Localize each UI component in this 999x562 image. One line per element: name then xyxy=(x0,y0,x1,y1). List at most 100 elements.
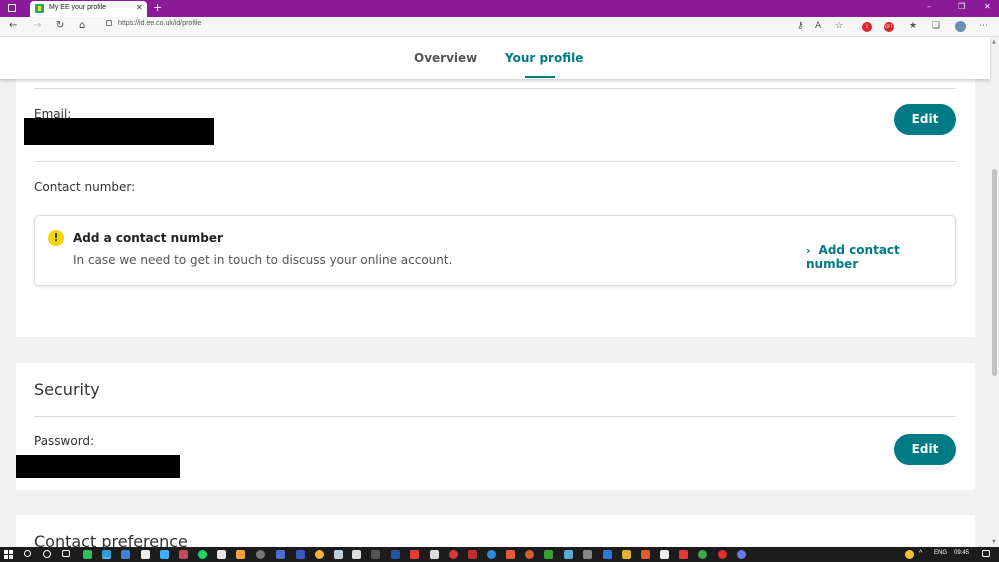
email-redacted-value xyxy=(24,118,214,145)
app-icon-21[interactable] xyxy=(506,550,515,559)
app-icon-11[interactable] xyxy=(315,550,324,559)
scroll-up-icon[interactable]: ▲ xyxy=(992,39,996,45)
read-aloud-icon[interactable]: A xyxy=(815,21,821,31)
notice-title: Add a contact number xyxy=(73,231,223,245)
active-tab-indicator xyxy=(525,76,555,78)
password-label: Password: xyxy=(34,434,95,448)
app-icon-16[interactable] xyxy=(410,550,419,559)
app-icon-25[interactable] xyxy=(583,550,592,559)
profile-details-card: Email: Edit Contact number: ! Add a cont… xyxy=(16,79,975,337)
app-icon-26[interactable] xyxy=(603,550,612,559)
app-icon-17[interactable] xyxy=(430,550,439,559)
browser-tab[interactable]: My EE your profile ✕ xyxy=(30,1,147,17)
app-icon-30[interactable] xyxy=(679,550,688,559)
collections-icon[interactable]: ❏ xyxy=(932,21,940,31)
favorites-icon[interactable]: ★ xyxy=(909,21,917,31)
app-icon-22[interactable] xyxy=(525,550,534,559)
restore-icon[interactable]: ❐ xyxy=(958,2,965,11)
password-redacted-value xyxy=(16,455,180,478)
lock-icon xyxy=(106,20,112,26)
window-menu-icon[interactable] xyxy=(8,4,16,12)
app-icon-8[interactable] xyxy=(256,550,265,559)
notice-text: In case we need to get in touch to discu… xyxy=(73,253,453,267)
address-field[interactable]: https://id.ee.co.uk/id/profile xyxy=(106,20,786,34)
app-icon-12[interactable] xyxy=(334,550,343,559)
clock[interactable]: 09:45 xyxy=(954,550,969,556)
app-icon-33[interactable] xyxy=(737,550,746,559)
app-icon-7[interactable] xyxy=(236,550,245,559)
app-icon-10[interactable] xyxy=(296,550,305,559)
app-icon-32[interactable] xyxy=(718,550,727,559)
chevron-right-icon: › xyxy=(806,244,811,257)
favorite-add-icon[interactable]: ☆ xyxy=(835,21,843,31)
app-icon-19[interactable] xyxy=(468,550,477,559)
app-icon-9[interactable] xyxy=(276,550,285,559)
notifications-icon[interactable] xyxy=(982,550,990,557)
security-card: Security Password: Edit xyxy=(16,363,975,490)
tray-chevron-icon[interactable]: ^ xyxy=(919,550,922,557)
new-tab-icon[interactable]: + xyxy=(153,1,162,14)
app-icon-13[interactable] xyxy=(352,550,361,559)
contact-number-label: Contact number: xyxy=(34,180,136,194)
app-icon-29[interactable] xyxy=(660,550,669,559)
refresh-icon[interactable]: ↻ xyxy=(56,20,64,31)
edge-taskbar-icon[interactable] xyxy=(102,550,111,559)
app-icon-2[interactable] xyxy=(121,550,130,559)
app-icon-4[interactable] xyxy=(160,550,169,559)
profile-avatar[interactable] xyxy=(955,21,966,32)
search-icon[interactable] xyxy=(24,550,31,557)
cortana-icon[interactable] xyxy=(43,550,51,558)
url-text: https://id.ee.co.uk/id/profile xyxy=(118,20,202,27)
spotify-icon[interactable] xyxy=(198,550,207,559)
extension-badge-icon[interactable]: 1 xyxy=(862,22,872,32)
security-title: Security xyxy=(34,380,100,399)
task-view-icon[interactable] xyxy=(62,550,70,557)
windows-start-icon[interactable] xyxy=(4,550,13,559)
windows-taskbar: ^ ENG 09:45 xyxy=(0,547,999,562)
app-icon-31[interactable] xyxy=(698,550,707,559)
page-header: Overview Your profile xyxy=(0,37,990,79)
add-contact-number-link[interactable]: › Add contact number xyxy=(806,243,955,271)
warning-icon: ! xyxy=(48,230,64,246)
app-icon-23[interactable] xyxy=(544,550,553,559)
app-icon-20[interactable] xyxy=(487,550,496,559)
contact-preference-card: Contact preference xyxy=(16,515,975,551)
browser-titlebar: My EE your profile ✕ + – ❐ ✕ xyxy=(0,0,999,17)
scroll-thumb[interactable] xyxy=(992,169,997,376)
app-icon-3[interactable] xyxy=(141,550,150,559)
app-icon-15[interactable] xyxy=(391,550,400,559)
tab-your-profile[interactable]: Your profile xyxy=(505,51,583,65)
app-icon-14[interactable] xyxy=(371,550,380,559)
language-indicator[interactable]: ENG xyxy=(934,550,947,556)
key-icon[interactable]: ⚷ xyxy=(797,21,804,31)
divider xyxy=(34,88,956,89)
close-tab-icon[interactable]: ✕ xyxy=(136,3,143,12)
home-icon[interactable]: ⌂ xyxy=(79,20,85,31)
app-icon-27[interactable] xyxy=(622,550,631,559)
more-menu-icon[interactable]: ⋯ xyxy=(979,21,988,31)
divider xyxy=(34,416,956,417)
app-icon-1[interactable] xyxy=(83,550,92,559)
app-icon-5[interactable] xyxy=(179,550,188,559)
scroll-down-icon[interactable]: ▼ xyxy=(992,539,996,545)
app-icon-28[interactable] xyxy=(641,550,650,559)
minimize-icon[interactable]: – xyxy=(927,2,931,11)
tab-title: My EE your profile xyxy=(49,4,107,11)
edit-password-button[interactable]: Edit xyxy=(894,434,956,465)
forward-icon[interactable]: → xyxy=(33,20,41,31)
app-icon-18[interactable] xyxy=(449,550,458,559)
add-contact-notice: ! Add a contact number In case we need t… xyxy=(34,215,956,286)
add-contact-number-label: Add contact number xyxy=(806,243,900,271)
tab-overview[interactable]: Overview xyxy=(414,51,477,65)
page-scrollbar[interactable]: ▲ ▼ xyxy=(990,37,999,547)
browser-toolbar: ← → ↻ ⌂ https://id.ee.co.uk/id/profile ⚷… xyxy=(0,17,999,37)
adblock-icon[interactable]: OFF xyxy=(884,22,894,32)
edit-email-button[interactable]: Edit xyxy=(894,104,956,135)
back-icon[interactable]: ← xyxy=(9,20,17,31)
app-icon-6[interactable] xyxy=(217,550,226,559)
ee-favicon-icon xyxy=(35,4,44,13)
close-window-icon[interactable]: ✕ xyxy=(984,2,991,11)
app-icon-24[interactable] xyxy=(564,550,573,559)
weather-icon[interactable] xyxy=(905,550,914,559)
divider xyxy=(34,161,956,162)
